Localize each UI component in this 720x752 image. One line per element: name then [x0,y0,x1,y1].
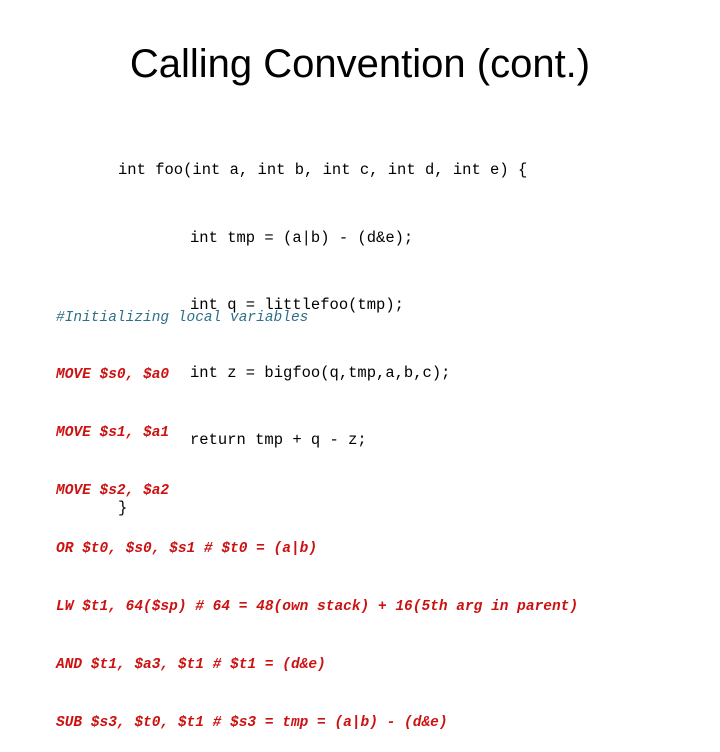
c-code-line: int tmp = (a|b) - (d&e); [190,228,414,247]
asm-line: LW $t1, 64($sp) # 64 = 48(own stack) + 1… [56,599,579,616]
asm-line: SUB $s3, $t0, $t1 # $s3 = tmp = (a|b) - … [56,714,448,731]
c-code-line: int foo(int a, int b, int c, int d, int … [118,161,528,179]
asm-line: AND $t1, $a3, $t1 # $t1 = (d&e) [56,656,326,673]
slide-title: Calling Convention (cont.) [129,42,591,86]
asm-line: MOVE $s1, $a1 [56,425,170,442]
asm-comment: #Initializing local variables [56,309,309,326]
asm-line: MOVE $s0, $a0 [56,367,170,384]
asm-line: MOVE $s2, $a2 [56,483,170,500]
asm-line: OR $t0, $s0, $s1 # $t0 = (a|b) [56,541,318,558]
asm-code-block: #Initializing local variables MOVE $s0, … [56,270,578,752]
